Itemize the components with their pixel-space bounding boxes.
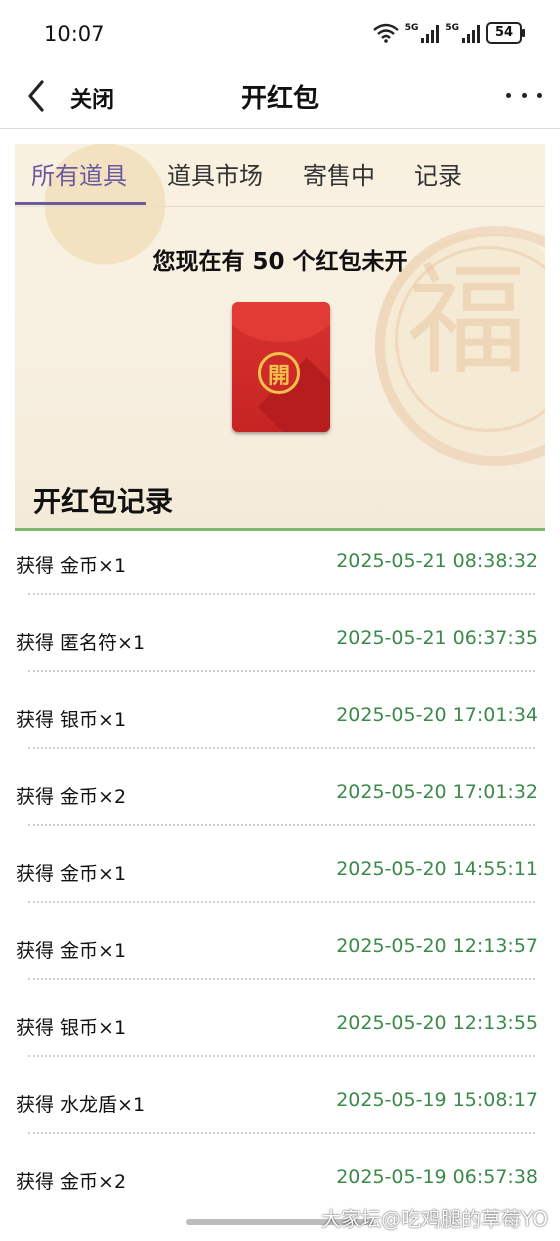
list-item: 获得 水龙盾×1 2025-05-19 15:08:17 [0,1070,560,1147]
record-time: 2025-05-20 12:13:57 [336,935,538,957]
list-item: 获得 匿名符×1 2025-05-21 06:37:35 [0,608,560,685]
row-separator [28,824,535,826]
tab-all-items[interactable]: 所有道具 [31,156,127,191]
unopened-count-text: 您现在有 50 个红包未开 [152,249,408,275]
tab-active-indicator [15,202,146,205]
list-item: 获得 金币×2 2025-05-20 17:01:32 [0,762,560,839]
red-envelope-panel: 福 所有道具 道具市场 寄售中 记录 您现在有 50 个红包未开 開 开红包记录 [15,144,545,528]
records-list: 获得 金币×1 2025-05-21 08:38:32 获得 匿名符×1 202… [0,531,560,1224]
more-horizontal-icon[interactable] [506,90,542,100]
record-time: 2025-05-19 15:08:17 [336,1089,538,1111]
record-item: 获得 银币×1 [16,1017,127,1039]
envelope-flap [232,302,330,342]
record-time: 2025-05-19 06:57:38 [336,1166,538,1188]
record-item: 获得 金币×2 [16,786,127,808]
record-item: 获得 水龙盾×1 [16,1094,146,1116]
row-separator [28,593,535,595]
record-item: 获得 金币×1 [16,555,127,577]
row-separator [28,901,535,903]
status-icons: 5G 5G 54 [372,22,525,44]
record-time: 2025-05-20 12:13:55 [336,1012,538,1034]
records-heading: 开红包记录 [33,485,174,518]
list-item: 获得 金币×1 2025-05-20 12:13:57 [0,916,560,993]
close-button[interactable]: 关闭 [70,82,114,114]
record-item: 获得 银币×1 [16,709,127,731]
list-item: 获得 金币×1 2025-05-20 14:55:11 [0,839,560,916]
row-separator [28,1132,535,1134]
record-time: 2025-05-21 06:37:35 [336,627,538,649]
record-time: 2025-05-20 17:01:34 [336,704,538,726]
chevron-left-icon[interactable] [22,78,52,114]
tab-bar: 所有道具 道具市场 寄售中 记录 [15,144,545,207]
tab-records[interactable]: 记录 [414,156,462,191]
list-item: 获得 金币×1 2025-05-21 08:38:32 [0,531,560,608]
status-bar: 10:07 5G 5G 54 [0,0,560,66]
wifi-icon [372,23,399,43]
tab-consignment[interactable]: 寄售中 [303,156,375,191]
row-separator [28,747,535,749]
red-envelope-button[interactable]: 開 [232,302,330,432]
record-item: 获得 金币×1 [16,863,127,885]
watermark-text: 大家坛@吃鸡腿的草莓YO [321,1207,548,1231]
row-separator [28,1055,535,1057]
fu-watermark-logo: 福 [407,252,527,391]
row-separator [28,978,535,980]
signal-1-icon: 5G [405,23,440,43]
record-item: 获得 匿名符×1 [16,632,146,654]
record-time: 2025-05-20 17:01:32 [336,781,538,803]
signal-2-icon: 5G [445,23,480,43]
record-item: 获得 金币×1 [16,940,127,962]
tab-item-market[interactable]: 道具市场 [167,156,263,191]
list-item: 获得 银币×1 2025-05-20 12:13:55 [0,993,560,1070]
status-time: 10:07 [44,22,105,46]
record-item: 获得 金币×2 [16,1171,127,1193]
battery-indicator: 54 [486,22,525,44]
nav-bar: 关闭 开红包 [0,66,560,129]
envelope-seal-icon: 開 [258,352,300,394]
record-time: 2025-05-20 14:55:11 [336,858,538,880]
row-separator [28,670,535,672]
list-item: 获得 银币×1 2025-05-20 17:01:34 [0,685,560,762]
record-time: 2025-05-21 08:38:32 [336,550,538,572]
